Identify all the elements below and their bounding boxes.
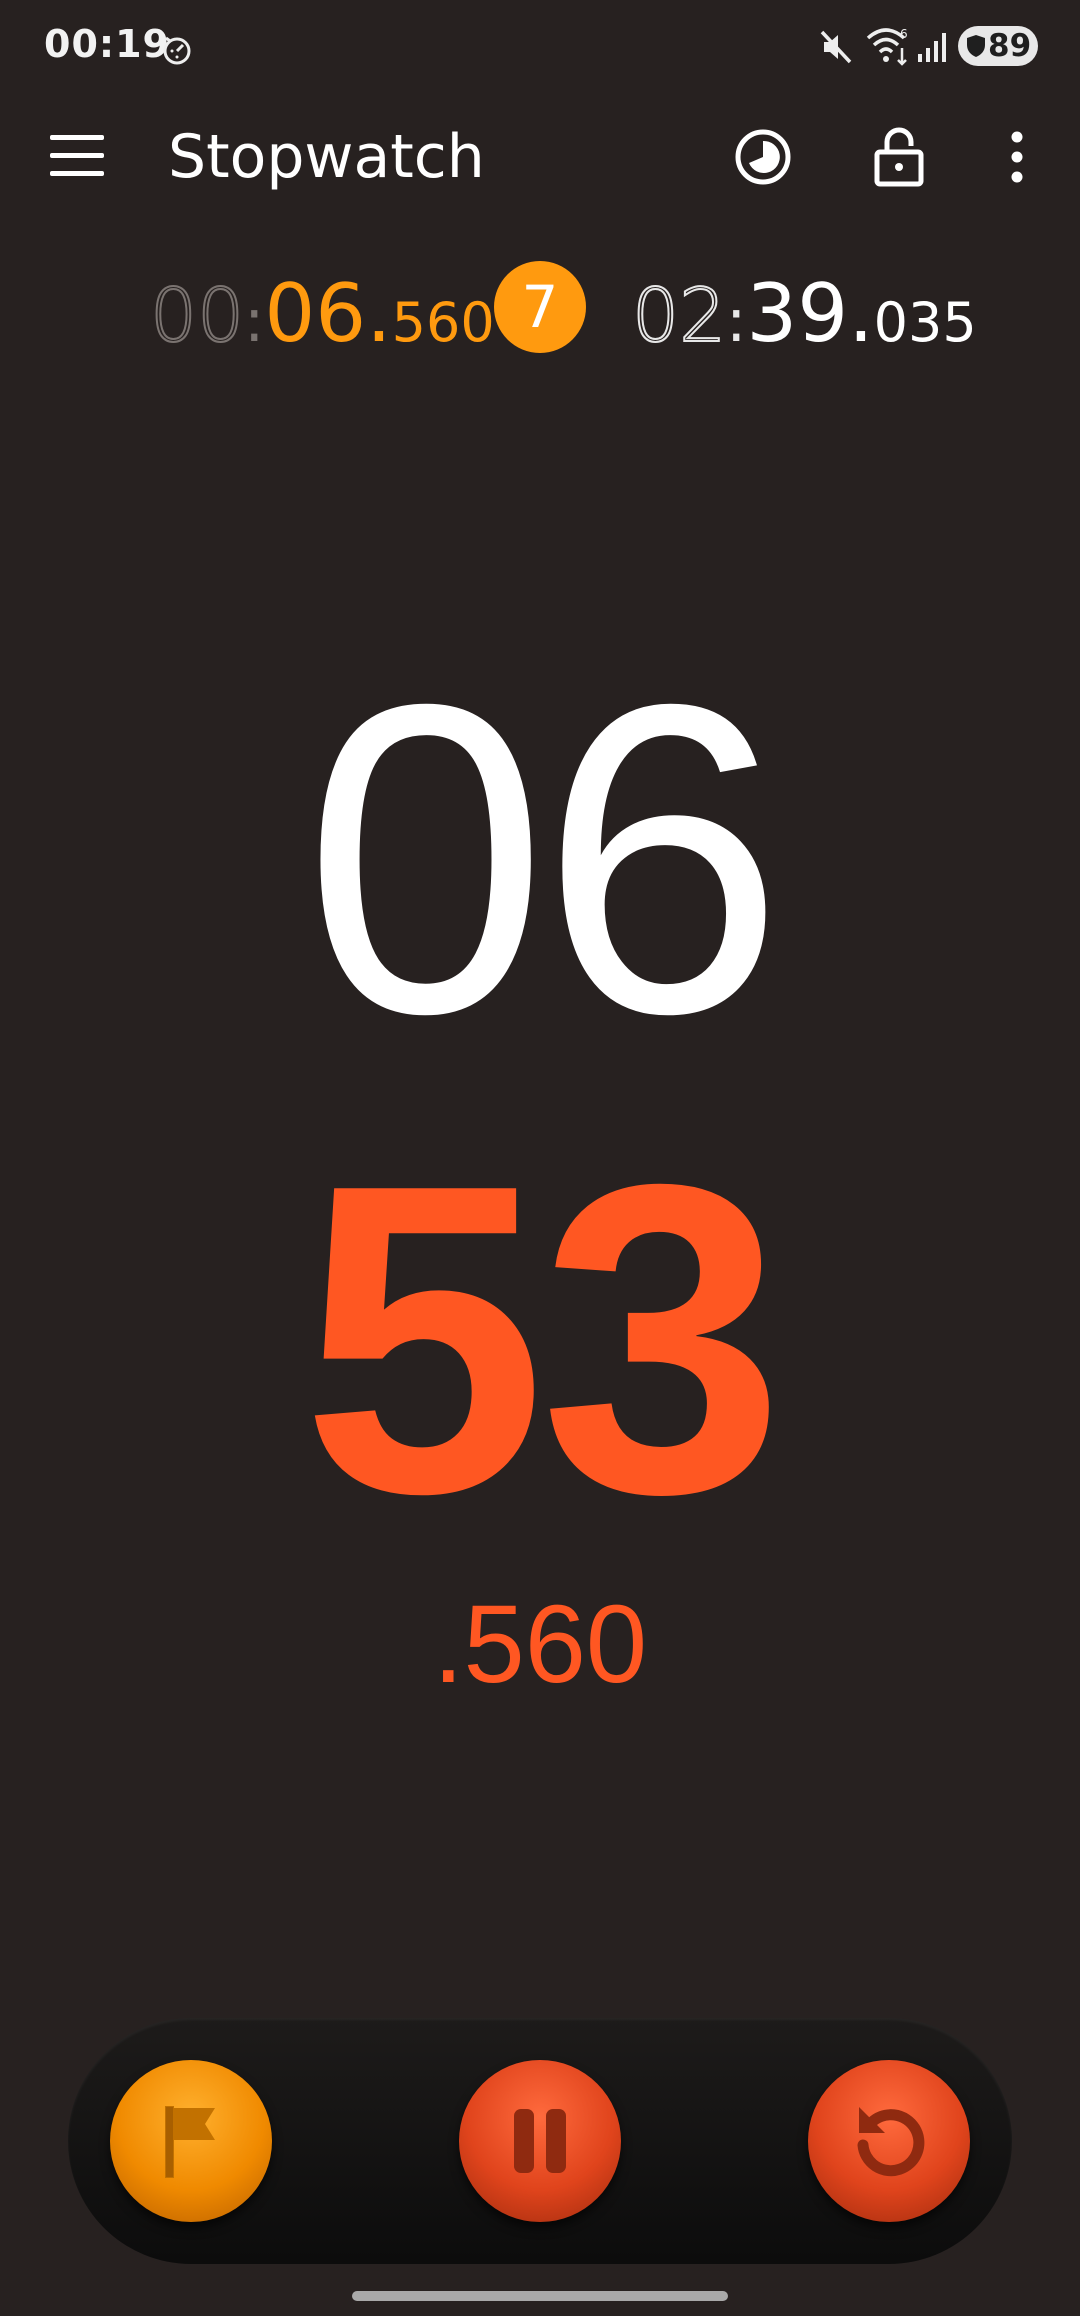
lap-time-colon: : (244, 286, 265, 356)
reset-icon (857, 2107, 925, 2177)
menu-icon[interactable] (50, 135, 106, 179)
theme-icon[interactable] (726, 120, 800, 194)
lap-button[interactable] (110, 2060, 272, 2222)
lap-flag-icon (165, 2106, 215, 2178)
lap-time-seconds: 06. (264, 267, 392, 360)
total-time: 02:39.035 (631, 267, 977, 360)
battery-icon: 89 (958, 26, 1038, 66)
toolbar: Stopwatch (0, 100, 1080, 215)
reset-button[interactable] (808, 2060, 970, 2222)
wifi-icon: 6 (864, 24, 912, 70)
more-options-icon[interactable] (980, 120, 1054, 194)
total-time-seconds: 39. (746, 267, 874, 360)
lap-row: 00:06.560 7 02:39.035 (0, 255, 1080, 365)
main-minutes-display: 06 (303, 614, 784, 1105)
lap-time-minutes: 00 (149, 272, 245, 360)
lap-time-ms: 560 (391, 291, 495, 354)
main-seconds-display: 53 (301, 1094, 784, 1585)
stopwatch-running-icon (160, 32, 194, 70)
current-lap-time: 00:06.560 (149, 267, 495, 360)
home-indicator[interactable] (352, 2291, 728, 2301)
status-bar: 00:19 6 89 (0, 0, 1080, 95)
total-time-colon: : (726, 286, 747, 356)
pause-button[interactable] (459, 2060, 621, 2222)
svg-text:6: 6 (900, 27, 908, 41)
total-time-ms: 035 (873, 291, 977, 354)
mute-icon (818, 28, 856, 70)
lock-icon[interactable] (862, 120, 936, 194)
status-time: 00:19 (44, 22, 170, 66)
control-bar (68, 2018, 1012, 2264)
signal-icon (916, 30, 950, 68)
battery-level: 89 (988, 28, 1032, 64)
lap-count-badge: 7 (494, 261, 586, 353)
shield-icon (967, 35, 985, 57)
total-time-minutes: 02 (631, 272, 727, 360)
pause-icon (514, 2109, 566, 2173)
page-title: Stopwatch (168, 122, 485, 192)
main-milliseconds-display: .560 (432, 1583, 648, 1706)
